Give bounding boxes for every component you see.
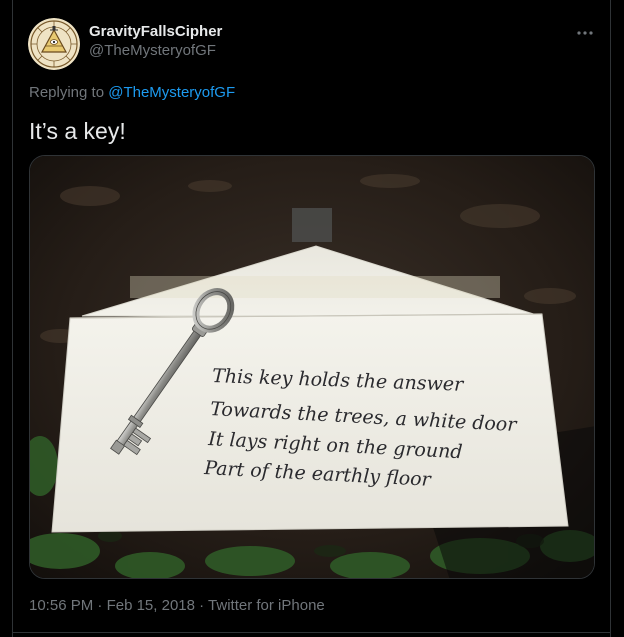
note-line-1: This key holds the answer bbox=[212, 365, 466, 396]
display-name[interactable]: GravityFallsCipher bbox=[89, 23, 222, 41]
replying-to: Replying to @TheMysteryofGF bbox=[29, 84, 235, 101]
timeline-left-border bbox=[12, 0, 13, 637]
note-line-3: It lays right on the ground bbox=[207, 428, 463, 463]
more-options-button[interactable] bbox=[572, 20, 598, 46]
note-line-4: Part of the earthly floor bbox=[203, 457, 433, 491]
meta-separator-2: · bbox=[194, 597, 209, 614]
avatar[interactable] bbox=[28, 18, 80, 70]
bill-cipher-avatar-icon bbox=[28, 18, 80, 70]
tweet-divider bbox=[12, 632, 611, 633]
tweet-source[interactable]: Twitter for iPhone bbox=[208, 597, 325, 614]
tweet-time[interactable]: 10:56 PM bbox=[29, 597, 93, 614]
tweet-photo[interactable]: This key holds the answer Towards the tr… bbox=[29, 155, 595, 579]
user-handle[interactable]: @TheMysteryofGF bbox=[89, 41, 222, 61]
tweet-text: It’s a key! bbox=[29, 118, 126, 144]
tweet-header: GravityFallsCipher @TheMysteryofGF bbox=[28, 16, 598, 72]
user-info: GravityFallsCipher @TheMysteryofGF bbox=[89, 23, 222, 61]
timeline-right-border bbox=[610, 0, 611, 637]
meta-separator-1: · bbox=[93, 597, 107, 614]
tweet-date[interactable]: Feb 15, 2018 bbox=[107, 597, 195, 614]
tweet-metadata: 10:56 PM · Feb 15, 2018 · Twitter for iP… bbox=[29, 597, 325, 614]
replying-to-mention[interactable]: @TheMysteryofGF bbox=[108, 84, 235, 101]
replying-prefix: Replying to bbox=[29, 84, 109, 101]
handwritten-note: This key holds the answer Towards the tr… bbox=[203, 365, 519, 491]
more-horizontal-icon bbox=[577, 31, 593, 35]
